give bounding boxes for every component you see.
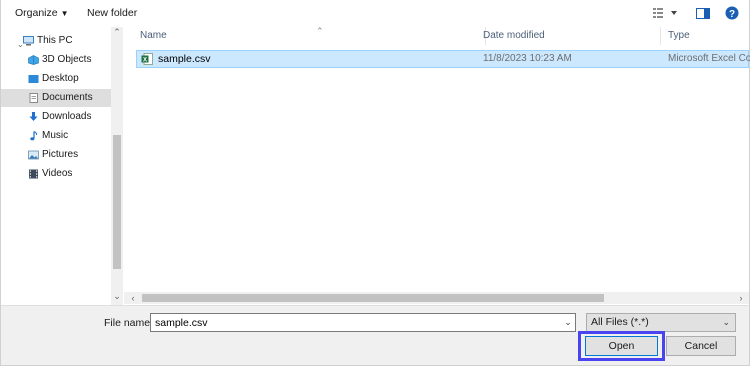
chevron-down-icon: ▼ <box>60 9 69 18</box>
file-list: Name ⌃ Date modified Type X sample.csv 1… <box>124 26 750 292</box>
file-row[interactable]: X sample.csv 11/8/2023 10:23 AM Microsof… <box>136 50 750 68</box>
downloads-icon <box>29 112 38 121</box>
new-folder-button[interactable]: New folder <box>87 6 137 20</box>
nav-label-desktop: Desktop <box>42 73 79 84</box>
cancel-button[interactable]: Cancel <box>666 336 736 356</box>
nav-item-pictures[interactable]: Pictures <box>1 146 111 164</box>
open-button[interactable]: Open <box>585 336 658 356</box>
chevron-down-icon: ⌄ <box>722 317 730 327</box>
nav-label-downloads: Downloads <box>42 111 92 122</box>
column-header-date-modified[interactable]: Date modified <box>479 27 661 45</box>
toolbar: Organize ▼ New folder ? <box>1 0 749 26</box>
preview-pane-icon <box>696 8 710 19</box>
file-name: sample.csv <box>158 53 211 65</box>
open-file-dialog: Organize ▼ New folder ? ⌄ This PC 3D Obj… <box>0 0 750 366</box>
file-list-horizontal-scrollbar[interactable]: ‹ › <box>124 292 749 304</box>
view-options-icon <box>653 8 677 18</box>
column-header-name[interactable]: Name ⌃ <box>136 26 486 45</box>
scroll-left-icon[interactable]: ‹ <box>127 292 139 304</box>
organize-label: Organize <box>15 7 58 19</box>
file-date-modified: 11/8/2023 10:23 AM <box>483 53 572 64</box>
organize-menu-button[interactable]: Organize ▼ <box>15 6 69 20</box>
nav-label-3d-objects: 3D Objects <box>42 54 92 65</box>
pictures-icon <box>28 150 39 160</box>
file-type: Microsoft Excel Co <box>668 53 750 64</box>
file-type-select-value: All Files (*.*) <box>591 316 649 328</box>
change-view-button[interactable] <box>652 5 678 21</box>
scrollbar-thumb[interactable] <box>142 294 604 302</box>
nav-item-music[interactable]: Music <box>1 127 111 145</box>
help-button[interactable]: ? <box>725 5 739 21</box>
3d-objects-icon <box>28 55 39 65</box>
desktop-icon <box>28 75 39 83</box>
scroll-up-icon[interactable]: ⌃ <box>111 27 123 41</box>
nav-label-documents: Documents <box>42 92 93 103</box>
nav-item-desktop[interactable]: Desktop <box>1 70 111 88</box>
column-name-label: Name <box>140 30 167 41</box>
preview-pane-button[interactable] <box>695 5 711 21</box>
scroll-right-icon[interactable]: › <box>735 292 747 304</box>
svg-text:?: ? <box>729 9 735 20</box>
nav-item-downloads[interactable]: Downloads <box>1 108 111 126</box>
svg-text:X: X <box>143 57 147 63</box>
navigation-pane: ⌄ This PC 3D Objects Desktop Documents D… <box>1 27 123 305</box>
help-icon: ? <box>725 6 739 20</box>
scrollbar-thumb[interactable] <box>113 135 121 269</box>
nav-label-this-pc: This PC <box>37 35 73 46</box>
nav-item-3d-objects[interactable]: 3D Objects <box>1 51 111 69</box>
this-pc-icon <box>23 36 34 46</box>
nav-label-pictures: Pictures <box>42 149 79 160</box>
nav-item-videos[interactable]: Videos <box>1 165 111 183</box>
excel-csv-file-icon: X <box>141 53 153 65</box>
file-name-history-dropdown-icon[interactable]: ⌄ <box>562 315 574 330</box>
dialog-footer: File name: ⌄ All Files (*.*) ⌄ Open Canc… <box>1 305 749 365</box>
nav-vertical-scrollbar[interactable]: ⌃ ⌄ <box>111 27 123 305</box>
nav-label-music: Music <box>42 130 69 141</box>
videos-icon <box>29 169 38 179</box>
file-name-input[interactable] <box>150 313 576 332</box>
nav-item-this-pc[interactable]: ⌄ This PC <box>1 32 111 50</box>
nav-item-documents[interactable]: Documents <box>1 89 111 107</box>
scroll-down-icon[interactable]: ⌄ <box>111 291 123 305</box>
documents-icon <box>29 93 38 103</box>
column-header-type[interactable]: Type <box>664 27 750 45</box>
nav-label-videos: Videos <box>42 168 73 179</box>
music-icon <box>30 131 38 141</box>
file-type-select[interactable]: All Files (*.*) ⌄ <box>586 313 736 332</box>
file-name-label: File name: <box>104 317 154 329</box>
sort-ascending-icon: ⌃ <box>316 26 324 36</box>
